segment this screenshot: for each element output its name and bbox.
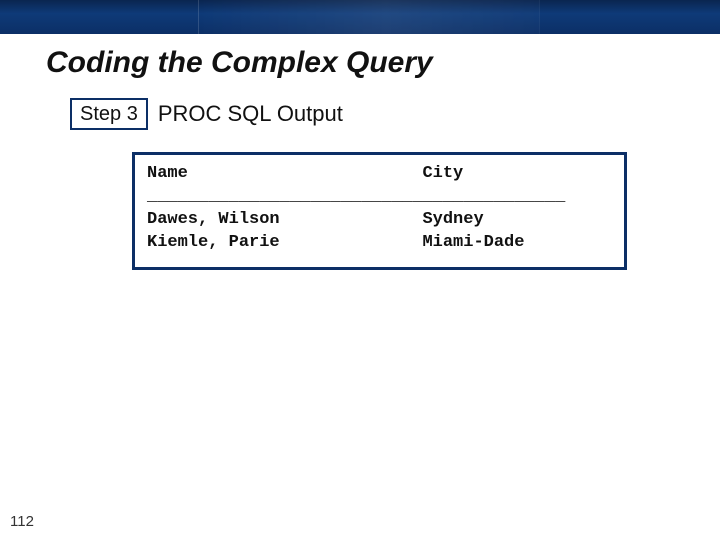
header-banner [0, 0, 720, 34]
step-label: PROC SQL Output [158, 101, 343, 127]
sql-output-box: Name City ______________________________… [132, 152, 627, 270]
sql-output-text: Name City ______________________________… [147, 163, 612, 255]
page-number: 112 [10, 513, 34, 530]
step-row: Step 3 PROC SQL Output [0, 98, 720, 130]
step-badge: Step 3 [70, 98, 148, 130]
page-title: Coding the Complex Query [0, 34, 720, 98]
